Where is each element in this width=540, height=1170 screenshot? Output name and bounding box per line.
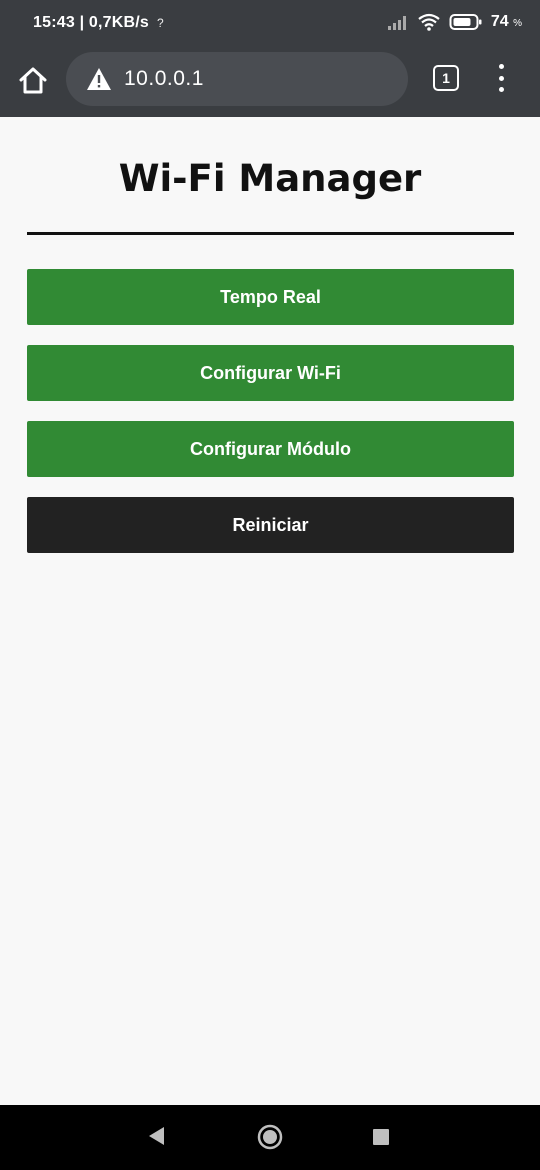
back-icon[interactable] (146, 1125, 166, 1147)
browser-toolbar: 10.0.0.1 1 (0, 48, 540, 117)
menu-icon (498, 64, 504, 69)
tabs-button[interactable]: 1 (433, 65, 459, 91)
url-text: 10.0.0.1 (124, 67, 204, 90)
circle-home-icon[interactable] (257, 1124, 283, 1150)
home-button[interactable] (16, 64, 50, 98)
status-right: 74 % (387, 13, 522, 31)
status-time-speed: 15:43 | 0,7KB/s (33, 14, 149, 31)
tab-count: 1 (442, 70, 450, 86)
battery-icon (449, 14, 482, 30)
status-unknown-symbol: ? (156, 16, 164, 30)
system-nav-bar (0, 1105, 540, 1170)
warning-icon (87, 68, 111, 90)
signal-icon (387, 16, 406, 30)
page-content: Wi-Fi Manager Tempo Real Configurar Wi-F… (0, 117, 540, 1105)
battery-level: 74 (490, 13, 509, 30)
battery-unit: % (513, 18, 522, 29)
address-bar[interactable]: 10.0.0.1 (66, 52, 408, 106)
tempo-real-button[interactable]: Tempo Real (27, 269, 514, 325)
configurar-wifi-button[interactable]: Configurar Wi-Fi (27, 345, 514, 401)
menu-button[interactable] (492, 64, 510, 92)
title-divider (27, 232, 514, 235)
page-title: Wi-Fi Manager (118, 157, 422, 200)
wifi-icon (418, 13, 440, 31)
reiniciar-button[interactable]: Reiniciar (27, 497, 514, 553)
battery-percentage: 74 % (491, 13, 522, 31)
status-left: 15:43 | 0,7KB/s ? (33, 14, 164, 32)
status-bar: 15:43 | 0,7KB/s ? 74 % (0, 0, 540, 48)
recents-icon[interactable] (373, 1129, 389, 1145)
home-icon (19, 67, 47, 94)
configurar-modulo-button[interactable]: Configurar Módulo (27, 421, 514, 477)
